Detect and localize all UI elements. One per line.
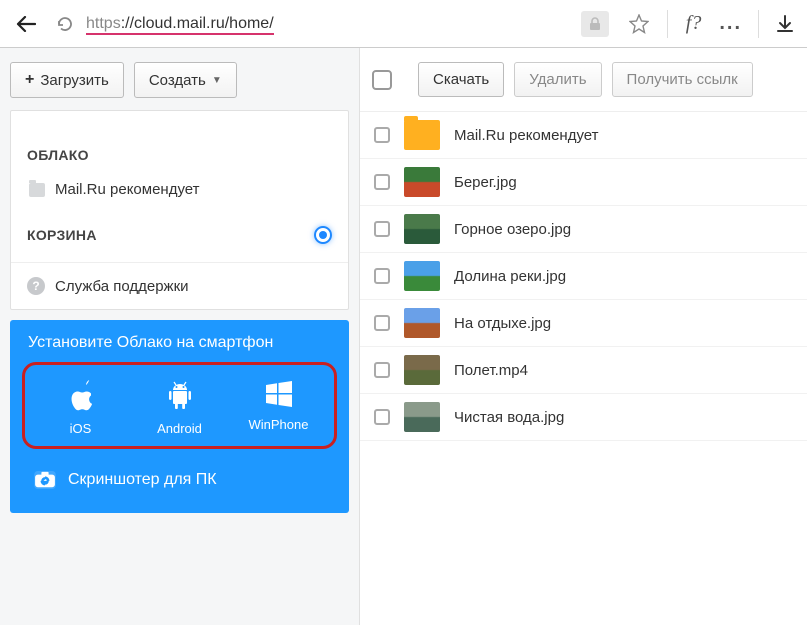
trash-title: КОРЗИНА xyxy=(27,227,97,243)
folder-icon xyxy=(29,183,45,197)
sidebar-item-label: Mail.Ru рекомендует xyxy=(55,181,200,198)
file-name: Mail.Ru рекомендует xyxy=(454,127,599,144)
file-row[interactable]: Берег.jpg xyxy=(360,159,807,206)
file-name: Долина реки.jpg xyxy=(454,268,566,285)
file-thumbnail xyxy=(404,308,440,338)
app-winphone[interactable]: WinPhone xyxy=(234,379,324,436)
file-checkbox[interactable] xyxy=(374,221,390,237)
sidebar-item-support[interactable]: ? Служба поддержки xyxy=(11,262,348,309)
file-name: Чистая вода.jpg xyxy=(454,409,564,426)
url-protocol: https xyxy=(86,15,121,35)
lock-icon xyxy=(581,11,609,37)
sidebar: + Загрузить Создать ▼ ОБЛАКО Mail.Ru реком… xyxy=(0,48,360,625)
file-thumbnail xyxy=(404,355,440,385)
screenshoter-link[interactable]: Скриншотер для ПК xyxy=(20,463,339,497)
screenshoter-label: Скриншотер для ПК xyxy=(68,471,217,489)
app-label: Android xyxy=(157,421,202,436)
create-label: Создать xyxy=(149,72,206,89)
file-name: Берег.jpg xyxy=(454,174,517,191)
menu-dots-icon[interactable]: ... xyxy=(715,12,746,35)
left-toolbar: + Загрузить Создать ▼ xyxy=(10,58,349,110)
app-ios[interactable]: iOS xyxy=(36,379,126,436)
promo-title: Установите Облако на смартфон xyxy=(20,334,339,362)
file-checkbox[interactable] xyxy=(374,174,390,190)
folder-icon xyxy=(404,120,440,150)
right-toolbar: Скачать Удалить Получить ссылк xyxy=(360,48,807,112)
create-button[interactable]: Создать ▼ xyxy=(134,62,237,98)
file-checkbox[interactable] xyxy=(374,315,390,331)
file-name: Полет.mp4 xyxy=(454,362,528,379)
separator xyxy=(667,10,668,38)
back-button[interactable] xyxy=(8,12,44,36)
app-label: iOS xyxy=(70,421,92,436)
promo-apps-row: iOS Android WinPhone xyxy=(22,362,337,449)
url-host: ://cloud.mail.ru/home/ xyxy=(121,15,274,35)
file-checkbox[interactable] xyxy=(374,409,390,425)
select-all-checkbox[interactable] xyxy=(372,70,392,90)
downloads-button[interactable] xyxy=(771,15,799,33)
file-name: На отдыхе.jpg xyxy=(454,315,551,332)
cloud-section-title: ОБЛАКО xyxy=(11,133,348,171)
file-row[interactable]: На отдыхе.jpg xyxy=(360,300,807,347)
separator xyxy=(758,10,759,38)
app-label: WinPhone xyxy=(249,417,309,432)
file-checkbox[interactable] xyxy=(374,127,390,143)
download-label: Скачать xyxy=(433,71,489,88)
file-list: Mail.Ru рекомендует Берег.jpg Горное озеро… xyxy=(360,112,807,441)
promo-panel: Установите Облако на смартфон iOS Androi… xyxy=(10,320,349,513)
file-checkbox[interactable] xyxy=(374,362,390,378)
download-button[interactable]: Скачать xyxy=(418,62,504,97)
font-button[interactable]: f? xyxy=(680,12,708,35)
main-area: + Загрузить Создать ▼ ОБЛАКО Mail.Ru реком… xyxy=(0,48,807,625)
support-label: Служба поддержки xyxy=(55,278,189,295)
help-icon: ? xyxy=(27,277,45,295)
camera-icon xyxy=(34,471,56,489)
file-checkbox[interactable] xyxy=(374,268,390,284)
sidebar-item-recommends[interactable]: Mail.Ru рекомендует xyxy=(11,171,348,212)
file-thumbnail xyxy=(404,167,440,197)
app-android[interactable]: Android xyxy=(135,379,225,436)
file-thumbnail xyxy=(404,214,440,244)
cloud-panel: ОБЛАКО Mail.Ru рекомендует КОРЗИНА ? Слу… xyxy=(10,110,349,310)
browser-toolbar: https://cloud.mail.ru/home/ f? ... xyxy=(0,0,807,48)
windows-icon xyxy=(264,379,294,409)
apple-icon xyxy=(66,379,96,413)
url-bar[interactable]: https://cloud.mail.ru/home/ xyxy=(86,8,573,40)
file-thumbnail xyxy=(404,402,440,432)
delete-button[interactable]: Удалить xyxy=(514,62,601,97)
upload-label: Загрузить xyxy=(40,72,109,89)
file-thumbnail xyxy=(404,261,440,291)
getlink-label: Получить ссылк xyxy=(627,71,738,88)
reload-button[interactable] xyxy=(52,15,78,33)
getlink-button[interactable]: Получить ссылк xyxy=(612,62,753,97)
file-row[interactable]: Горное озеро.jpg xyxy=(360,206,807,253)
sidebar-item-trash[interactable]: КОРЗИНА xyxy=(11,212,348,262)
file-row[interactable]: Чистая вода.jpg xyxy=(360,394,807,441)
file-row[interactable]: Долина реки.jpg xyxy=(360,253,807,300)
file-row[interactable]: Полет.mp4 xyxy=(360,347,807,394)
chevron-down-icon: ▼ xyxy=(212,75,222,86)
android-icon xyxy=(165,379,195,413)
radio-selected-icon xyxy=(314,226,332,244)
plus-icon: + xyxy=(25,71,34,89)
file-row[interactable]: Mail.Ru рекомендует xyxy=(360,112,807,159)
upload-button[interactable]: + Загрузить xyxy=(10,62,124,98)
bookmark-star-icon[interactable] xyxy=(623,14,655,34)
file-name: Горное озеро.jpg xyxy=(454,221,571,238)
delete-label: Удалить xyxy=(529,71,586,88)
content-area: Скачать Удалить Получить ссылк Mail.Ru р… xyxy=(360,48,807,625)
